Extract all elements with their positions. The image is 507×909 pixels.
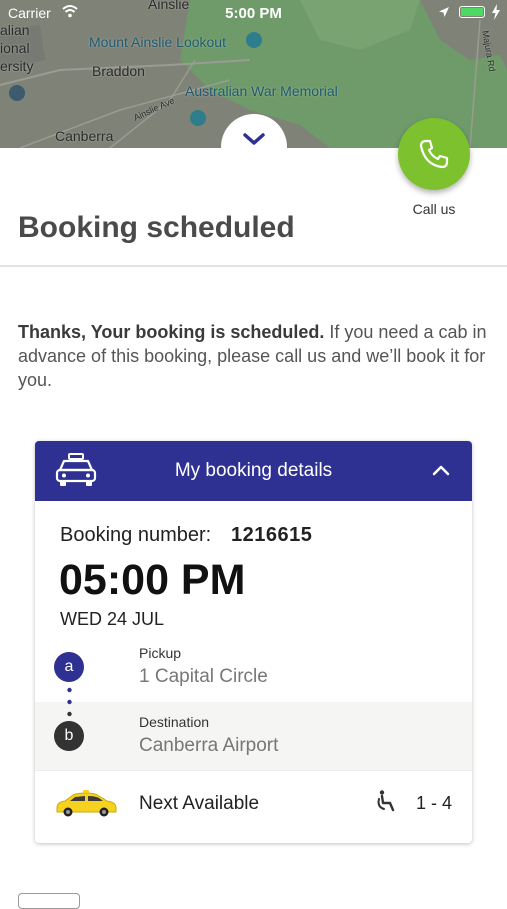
pickup-label: Pickup [139,645,182,661]
booking-message: Thanks, Your booking is scheduled. If yo… [18,320,488,392]
map-label-canberra: Canberra [55,128,114,144]
message-bold: Thanks, Your booking is scheduled. [18,322,325,342]
vehicle-row-divider [35,770,472,771]
map-label-ersity: ersity [0,58,34,74]
destination-address: Canberra Airport [139,735,279,756]
chevron-up-icon[interactable] [432,464,450,476]
page-title: Booking scheduled [18,211,295,244]
booking-details-title: My booking details [174,460,333,481]
next-section-checkbox[interactable] [18,893,80,909]
vehicle-type: Next Available [139,793,260,814]
pickup-marker: a [54,652,84,682]
map-label-braddon: Braddon [92,63,145,79]
battery-icon [459,6,485,18]
booking-time: 05:00 PM [59,556,246,604]
map-label-lookout: Mount Ainslie Lookout [89,34,226,50]
cab-icon [56,790,117,817]
booking-date: WED 24 JUL [60,609,165,629]
booking-number-value: 1216615 [231,524,313,546]
pickup-address: 1 Capital Circle [139,666,268,687]
title-divider [0,265,507,267]
map-label-ional: ional [0,40,30,56]
status-bar: Carrier 5:00 PM [0,0,507,28]
phone-icon [419,139,449,169]
wheelchair-icon [377,790,395,812]
location-arrow-icon [439,7,449,17]
charging-bolt-icon [492,4,500,20]
status-time: 5:00 PM [225,5,282,22]
call-us-label[interactable]: Call us [394,201,474,217]
chevron-down-icon [243,133,265,145]
passenger-capacity: 1 - 4 [416,793,453,813]
collapse-sheet-button[interactable] [221,114,287,180]
booking-details-header[interactable]: My booking details [35,441,472,501]
destination-label: Destination [139,714,210,730]
call-button[interactable] [398,118,470,190]
booking-number-label: Booking number: [60,524,212,546]
map-label-war-memorial: Australian War Memorial [185,83,338,99]
route-dots [67,687,72,717]
destination-marker: b [54,721,84,751]
booking-details-card: My booking details Booking number: 12166… [35,441,472,843]
